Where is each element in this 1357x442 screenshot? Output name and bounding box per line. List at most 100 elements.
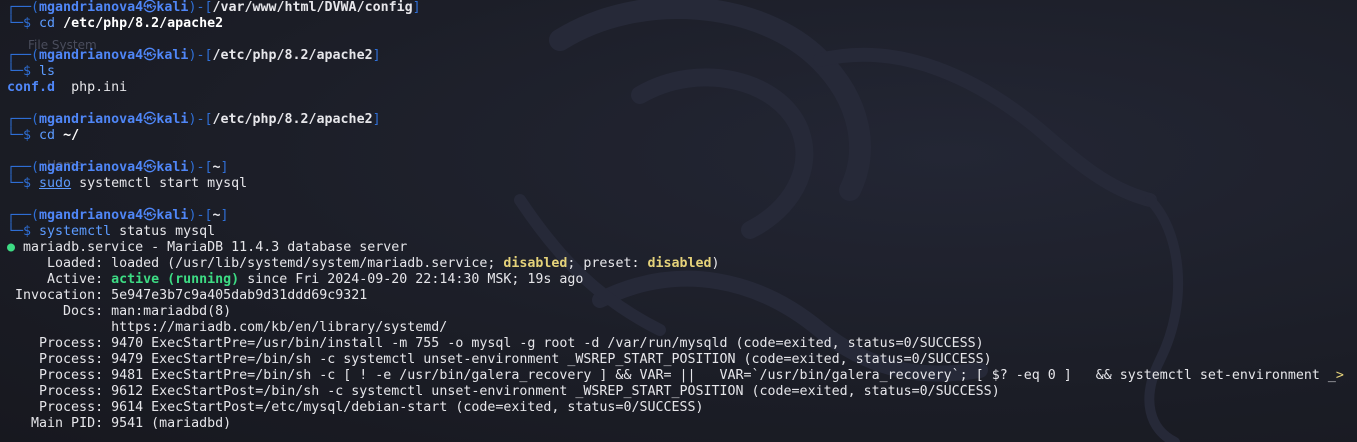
active-state: active (running): [111, 272, 240, 287]
command-args: /etc/php/8.2/apache2: [63, 16, 224, 31]
prompt-frame: ]: [372, 48, 381, 63]
prompt-frame: └─$: [7, 16, 40, 31]
command-line: └─$ cd ~/: [7, 128, 1357, 144]
prompt-host: kali: [156, 160, 189, 175]
prompt-header: ┌──(mgandrianova4㉿kali)-[/etc/php/8.2/ap…: [7, 112, 1357, 128]
docs-label: Docs:: [63, 304, 104, 319]
status-process-line: Process: 9614 ExecStartPost=/etc/mysql/d…: [7, 400, 1357, 416]
command-args: status mysql: [119, 224, 216, 239]
command-name: cd: [39, 16, 56, 31]
prompt-frame: ]: [372, 112, 381, 127]
status-process-line: Process: 9479 ExecStartPre=/bin/sh -c sy…: [7, 352, 1357, 368]
prompt-header: ┌──(mgandrianova4㉿kali)-[~]: [7, 160, 1357, 176]
prompt-user: mgandrianova4: [39, 160, 144, 175]
prompt-frame: ]: [220, 160, 229, 175]
ls-file-entry[interactable]: php.ini: [71, 80, 127, 95]
command-name: cd: [39, 128, 56, 143]
process-label: Process:: [39, 384, 104, 399]
status-loaded-line: Loaded: loaded (/usr/lib/systemd/system/…: [7, 256, 1357, 272]
prompt-frame: ┌──(: [7, 208, 40, 223]
status-process-line: Process: 9612 ExecStartPost=/bin/sh -c s…: [7, 384, 1357, 400]
prompt-frame: )-[: [188, 112, 213, 127]
process-label: Process:: [39, 400, 104, 415]
prompt-user: mgandrianova4: [39, 0, 144, 15]
prompt-path: /etc/php/8.2/apache2: [212, 112, 373, 127]
status-process-line: Process: 9481 ExecStartPre=/bin/sh -c [ …: [7, 368, 1357, 384]
status-process-line: Process: 9470 ExecStartPre=/usr/bin/inst…: [7, 336, 1357, 352]
mainpid-label: Main PID:: [31, 416, 104, 431]
prompt-user: mgandrianova4: [39, 208, 144, 223]
process-label: Process:: [39, 352, 104, 367]
prompt-frame: ┌──(: [7, 0, 40, 15]
process-entry: 9481 ExecStartPre=/bin/sh -c [ ! -e /usr…: [111, 368, 1336, 383]
docs-url[interactable]: https://mariadb.com/kb/en/library/system…: [111, 320, 447, 335]
truncation-arrow-icon: >: [1335, 368, 1344, 383]
status-mainpid-line: Main PID: 9541 (mariadbd): [7, 416, 1357, 432]
kali-skull-icon: ㉿: [143, 112, 157, 127]
prompt-frame: )-[: [188, 160, 213, 175]
status-service-line: ● mariadb.service - MariaDB 11.4.3 datab…: [7, 240, 1357, 256]
command-args: ~/: [63, 128, 80, 143]
loaded-value: loaded (/usr/lib/systemd/system/mariadb.…: [111, 256, 504, 271]
command-line: └─$ sudo systemctl start mysql: [7, 176, 1357, 192]
prompt-frame: ]: [412, 0, 421, 15]
mainpid-value: 9541 (mariadbd): [111, 416, 232, 431]
loaded-preset-label: ; preset:: [567, 256, 648, 271]
ls-dir-entry[interactable]: conf.d: [7, 80, 55, 95]
prompt-header: ┌──(mgandrianova4㉿kali)-[~]: [7, 208, 1357, 224]
prompt-frame: ┌──(: [7, 112, 40, 127]
status-active-line: Active: active (running) since Fri 2024-…: [7, 272, 1357, 288]
active-label: Active:: [47, 272, 104, 287]
process-entry: 9614 ExecStartPost=/etc/mysql/debian-sta…: [111, 400, 704, 415]
command-line: └─$ ls: [7, 64, 1357, 80]
prompt-frame: ┌──(: [7, 48, 40, 63]
prompt-frame: )-[: [188, 208, 213, 223]
status-docs-line: Docs: man:mariadbd(8): [7, 304, 1357, 320]
status-invocation-line: Invocation: 5e947e3b7c9a405dab9d31ddd69c…: [7, 288, 1357, 304]
prompt-host: kali: [156, 208, 189, 223]
process-label: Process:: [39, 368, 104, 383]
command-name: sudo: [39, 176, 72, 191]
active-since: since Fri 2024-09-20 22:14:30 MSK; 19s a…: [239, 272, 584, 287]
kali-skull-icon: ㉿: [143, 0, 157, 15]
loaded-preset-disabled: disabled: [647, 256, 712, 271]
loaded-disabled: disabled: [503, 256, 568, 271]
command-line: └─$ systemctl status mysql: [7, 224, 1357, 240]
prompt-path: /var/www/html/DVWA/config: [212, 0, 413, 15]
command-name: ls: [39, 64, 56, 79]
command-name: systemctl: [39, 224, 112, 239]
prompt-frame: └─$: [7, 224, 40, 239]
prompt-host: kali: [156, 112, 189, 127]
kali-skull-icon: ㉿: [143, 160, 157, 175]
process-entry: 9479 ExecStartPre=/bin/sh -c systemctl u…: [111, 352, 992, 367]
active-status-dot-icon: ●: [7, 240, 16, 255]
prompt-frame: ]: [220, 208, 229, 223]
invocation-id: 5e947e3b7c9a405dab9d31ddd69c9321: [111, 288, 368, 303]
prompt-user: mgandrianova4: [39, 48, 144, 63]
kali-skull-icon: ㉿: [143, 48, 157, 63]
kali-skull-icon: ㉿: [143, 208, 157, 223]
command-args: systemctl start mysql: [79, 176, 248, 191]
prompt-frame: )-[: [188, 0, 213, 15]
prompt-frame: └─$: [7, 176, 40, 191]
terminal-window[interactable]: File System Home ┌──(mgandrianova4㉿kali)…: [0, 0, 1357, 442]
prompt-frame: ┌──(: [7, 160, 40, 175]
prompt-host: kali: [156, 0, 189, 15]
docs-man: man:mariadbd(8): [111, 304, 232, 319]
process-entry: 9470 ExecStartPre=/usr/bin/install -m 75…: [111, 336, 984, 351]
process-label: Process:: [39, 336, 104, 351]
status-docs-line: https://mariadb.com/kb/en/library/system…: [7, 320, 1357, 336]
loaded-label: Loaded:: [47, 256, 104, 271]
prompt-header: ┌──(mgandrianova4㉿kali)-[/var/www/html/D…: [7, 0, 1357, 16]
service-description: mariadb.service - MariaDB 11.4.3 databas…: [23, 240, 408, 255]
prompt-user: mgandrianova4: [39, 112, 144, 127]
prompt-header: ┌──(mgandrianova4㉿kali)-[/etc/php/8.2/ap…: [7, 48, 1357, 64]
invocation-label: Invocation:: [15, 288, 104, 303]
loaded-close: ): [711, 256, 720, 271]
prompt-path: /etc/php/8.2/apache2: [212, 48, 373, 63]
ls-output: conf.d php.ini: [7, 80, 1357, 96]
